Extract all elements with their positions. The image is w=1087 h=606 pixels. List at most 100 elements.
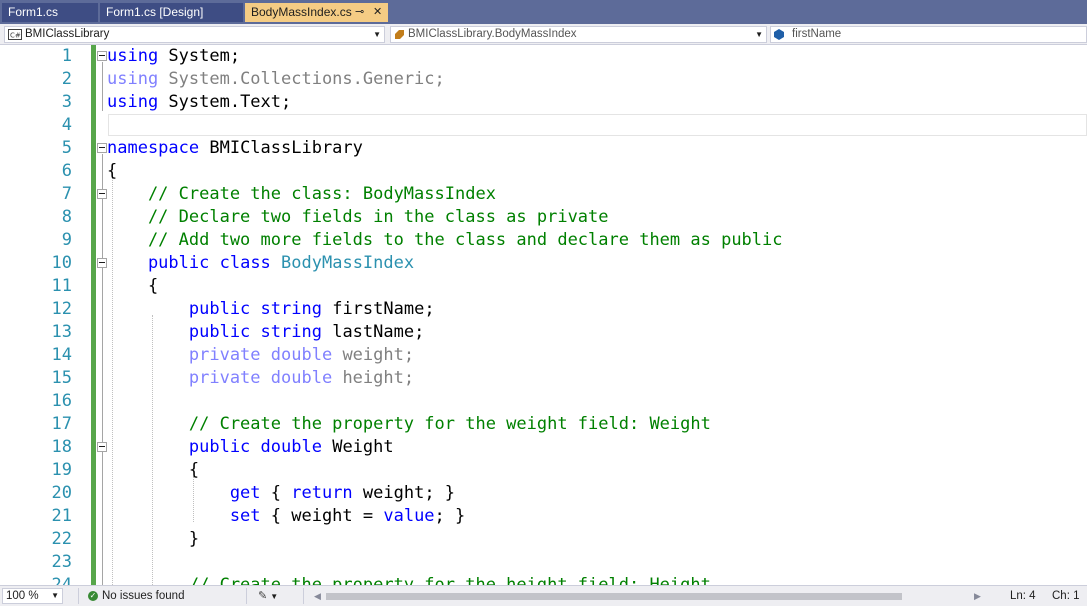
code-line[interactable]: 4	[0, 114, 1087, 137]
class-icon	[395, 30, 404, 39]
horizontal-scrollbar[interactable]: ◀ ▶	[312, 589, 992, 603]
code-text: namespace BMIClassLibrary	[107, 137, 363, 160]
code-token: weight;	[332, 345, 415, 365]
code-line[interactable]: 19 {	[0, 459, 1087, 482]
navigation-bar: C# BMIClassLibrary ▼ BMIClassLibrary.Bod…	[0, 24, 1087, 45]
line-number: 6	[61, 161, 72, 181]
code-token: double	[270, 368, 333, 388]
code-text: // Create the property for the weight fi…	[107, 413, 711, 436]
code-token: System.Collections.Generic;	[158, 69, 445, 89]
line-number: 10	[51, 253, 72, 273]
line-number: 2	[61, 69, 72, 89]
code-token: }	[107, 529, 200, 549]
pin-icon[interactable]: ⊸	[355, 3, 364, 22]
collapse-icon[interactable]	[97, 51, 107, 61]
code-token: public	[107, 299, 251, 319]
code-line[interactable]: 2 using System.Collections.Generic;	[0, 68, 1087, 91]
code-text: using System;	[107, 45, 240, 68]
column-position: Ch: 1	[1052, 590, 1080, 602]
code-line[interactable]: 16	[0, 390, 1087, 413]
collapse-icon[interactable]	[97, 442, 107, 452]
line-number: 1	[61, 46, 72, 66]
code-line[interactable]: 14 private double weight;	[0, 344, 1087, 367]
code-token: ; }	[434, 506, 466, 526]
code-token: return	[291, 483, 353, 503]
type-label: BMIClassLibrary.BodyMassIndex	[408, 28, 577, 40]
code-token: value	[383, 506, 435, 526]
code-cleanup-icon: ✎	[258, 590, 268, 602]
code-token: BodyMassIndex	[281, 253, 415, 273]
scroll-left-icon[interactable]: ◀	[314, 589, 321, 603]
code-line[interactable]: 7 // Create the class: BodyMassIndex	[0, 183, 1087, 206]
code-line[interactable]: 17 // Create the property for the weight…	[0, 413, 1087, 436]
collapse-icon[interactable]	[97, 258, 107, 268]
code-line[interactable]: 15 private double height;	[0, 367, 1087, 390]
zoom-dropdown[interactable]: 100 % ▼	[2, 588, 63, 604]
tab-form1-cs[interactable]: Form1.cs	[2, 3, 98, 22]
code-token: string	[260, 299, 322, 319]
close-icon[interactable]: ✕	[373, 3, 382, 22]
member-dropdown[interactable]: firstName	[770, 26, 1087, 43]
code-text: get { return weight; }	[107, 482, 455, 505]
code-token: class	[219, 253, 271, 273]
line-number: 4	[61, 115, 72, 135]
tab-bodymassindex-cs[interactable]: BodyMassIndex.cs ⊸ ✕	[245, 3, 388, 22]
code-token: {	[260, 483, 292, 503]
code-token: firstName;	[321, 299, 435, 319]
code-line[interactable]: 12 public string firstName;	[0, 298, 1087, 321]
scrollbar-thumb[interactable]	[326, 593, 902, 600]
code-token: public	[107, 437, 251, 457]
code-line[interactable]: 5 namespace BMIClassLibrary	[0, 137, 1087, 160]
code-editor[interactable]: 1 using System; 2 using System.Collections.…	[0, 45, 1087, 585]
project-dropdown[interactable]: C# BMIClassLibrary ▼	[4, 26, 385, 43]
code-text: using System.Text;	[107, 91, 291, 114]
status-bar: 100 % ▼ ✓ No issues found ✎ ▼ ◀ ▶ Ln: 4 C…	[0, 585, 1087, 606]
code-line[interactable]: 20 get { return weight; }	[0, 482, 1087, 505]
code-text: private double height;	[107, 367, 414, 390]
tab-form1-design[interactable]: Form1.cs [Design]	[100, 3, 243, 22]
code-cleanup-button[interactable]: ✎ ▼	[258, 588, 278, 604]
code-token: private	[107, 345, 261, 365]
code-token: using	[107, 69, 159, 89]
code-line[interactable]: 3 using System.Text;	[0, 91, 1087, 114]
code-line[interactable]: 10 public class BodyMassIndex	[0, 252, 1087, 275]
issues-indicator[interactable]: ✓ No issues found	[88, 588, 184, 604]
code-line[interactable]: 1 using System;	[0, 45, 1087, 68]
code-line[interactable]: 11 {	[0, 275, 1087, 298]
collapse-icon[interactable]	[97, 143, 107, 153]
chevron-down-icon: ▼	[755, 30, 763, 39]
code-line[interactable]: 6{	[0, 160, 1087, 183]
code-token: {	[107, 161, 118, 181]
tab-label: BodyMassIndex.cs	[251, 5, 352, 19]
code-text: {	[107, 160, 117, 183]
line-number: 3	[61, 92, 72, 112]
line-number: 19	[51, 460, 72, 480]
line-number: 12	[51, 299, 72, 319]
scroll-right-icon[interactable]: ▶	[974, 589, 981, 603]
line-number: 9	[61, 230, 72, 250]
code-line[interactable]: 24 // Create the property for the height…	[0, 574, 1087, 585]
code-line[interactable]: 8 // Declare two fields in the class as …	[0, 206, 1087, 229]
code-text: set { weight = value; }	[107, 505, 465, 528]
code-line[interactable]: 22 }	[0, 528, 1087, 551]
code-text: // Create the property for the height fi…	[107, 574, 711, 585]
code-line[interactable]: 18 public double Weight	[0, 436, 1087, 459]
line-number: 8	[61, 207, 72, 227]
type-dropdown[interactable]: BMIClassLibrary.BodyMassIndex ▼	[390, 26, 767, 43]
divider	[78, 588, 79, 604]
code-token: // Create the property for the weight fi…	[107, 414, 711, 434]
collapse-icon[interactable]	[97, 189, 107, 199]
code-line[interactable]: 21 set { weight = value; }	[0, 505, 1087, 528]
code-line[interactable]: 9 // Add two more fields to the class an…	[0, 229, 1087, 252]
code-line[interactable]: 13 public string lastName;	[0, 321, 1087, 344]
line-number: 18	[51, 437, 72, 457]
code-token: { weight =	[260, 506, 384, 526]
line-number: 17	[51, 414, 72, 434]
code-line[interactable]: 23	[0, 551, 1087, 574]
field-icon	[774, 29, 784, 40]
svg-text:C#: C#	[10, 32, 21, 40]
code-token: lastName;	[321, 322, 425, 342]
code-token: double	[260, 437, 322, 457]
